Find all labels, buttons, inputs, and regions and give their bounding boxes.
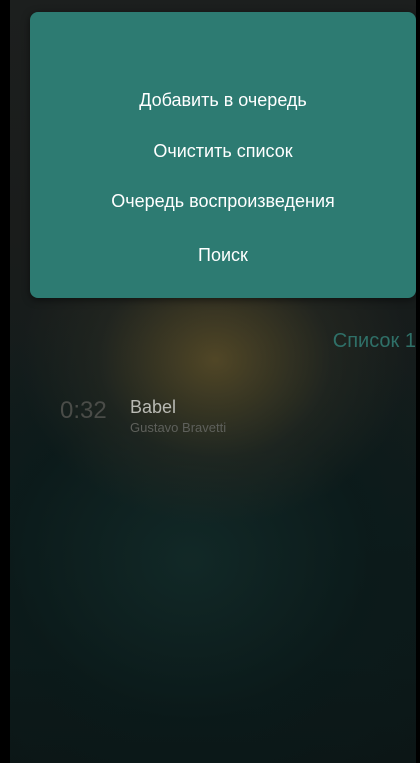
playlist-title[interactable]: Список 1	[333, 328, 416, 354]
player-screen: Добавить в очередь Очистить список Очере…	[0, 0, 420, 763]
track-title: Babel	[130, 397, 177, 417]
track-time: 0:32	[60, 397, 107, 424]
menu-item-clear-list[interactable]: Очистить список	[30, 139, 416, 163]
screen-edge-right	[416, 0, 420, 763]
menu-item-play-queue[interactable]: Очередь воспроизведения	[30, 189, 416, 213]
screen-edge-left	[0, 0, 10, 763]
track-row[interactable]: 0:32 Babel Gustavo Bravetti	[0, 392, 420, 452]
overflow-menu: Добавить в очередь Очистить список Очере…	[30, 12, 416, 298]
track-artist: Gustavo Bravetti	[130, 420, 227, 435]
menu-item-add-to-queue[interactable]: Добавить в очередь	[30, 88, 416, 112]
menu-item-search[interactable]: Поиск	[30, 243, 416, 267]
